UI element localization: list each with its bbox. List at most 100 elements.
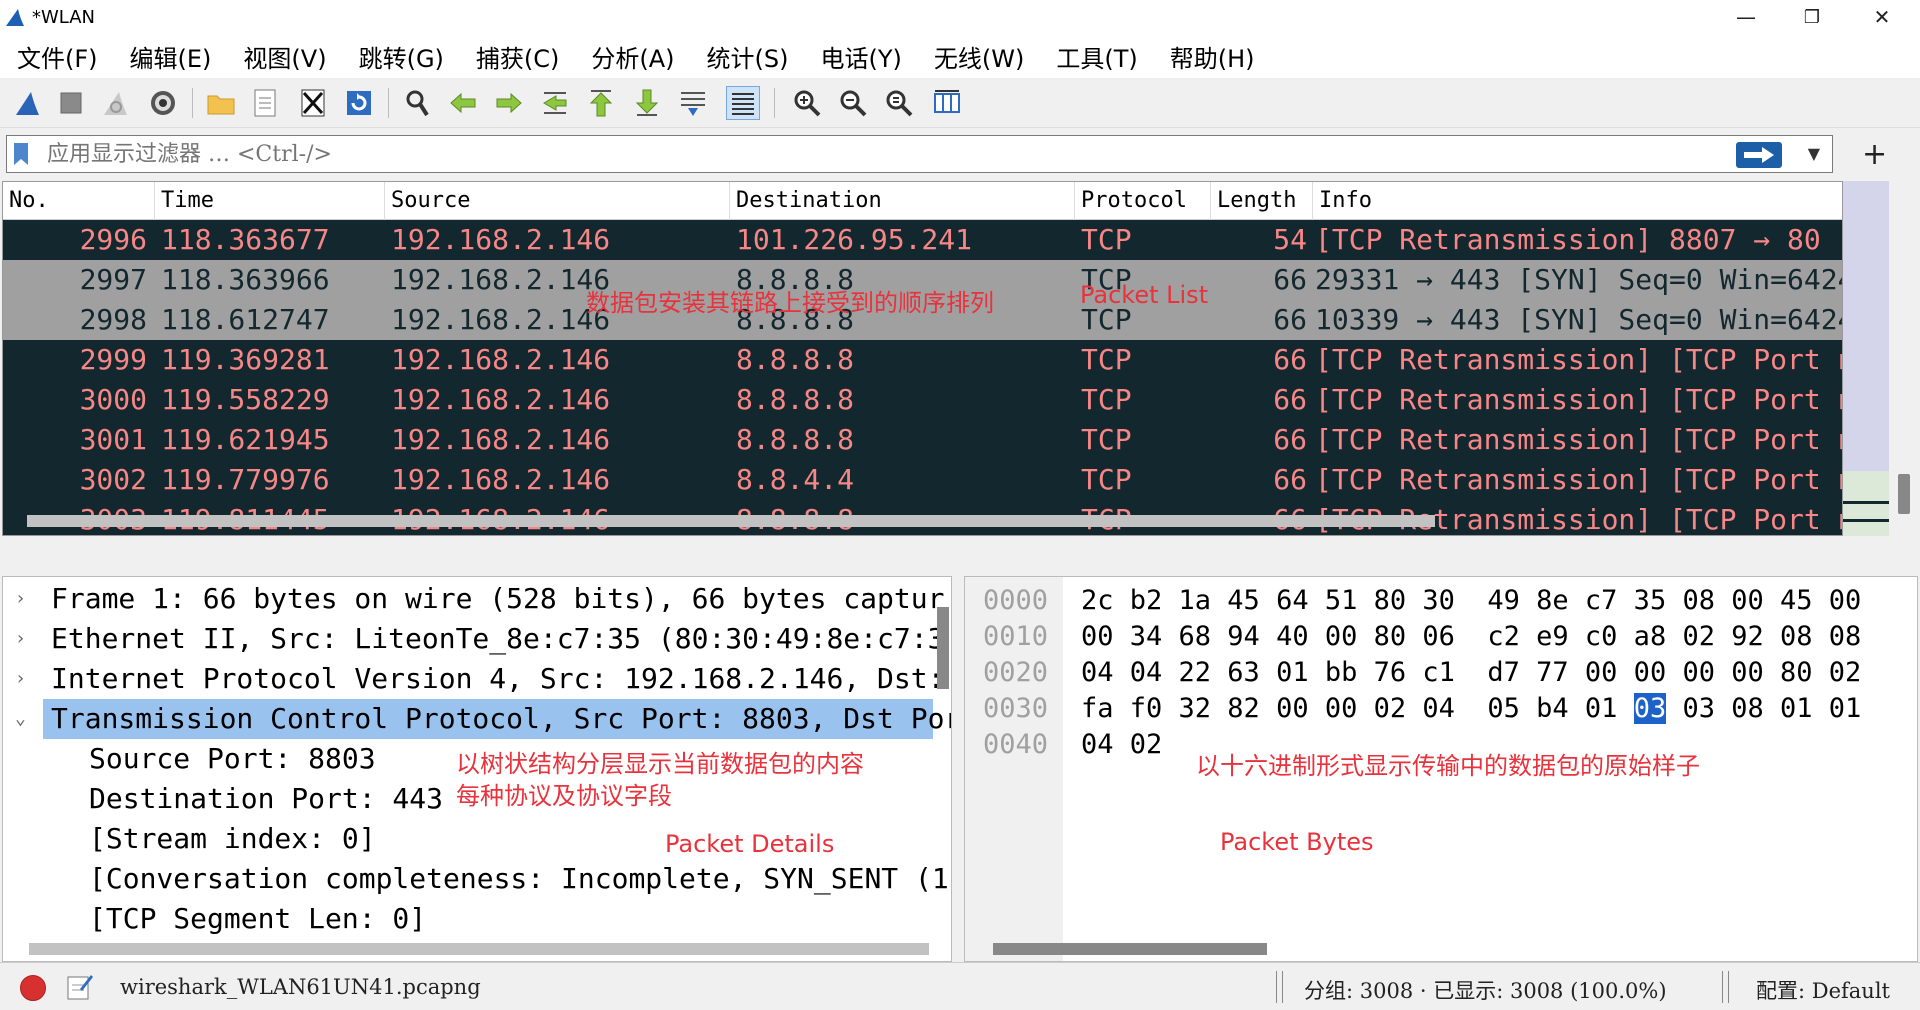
packet-row[interactable]: 3000 119.558229 192.168.2.146 8.8.8.8 TCP 66[… bbox=[3, 380, 1846, 420]
menu-telephony[interactable]: 电话(Y) bbox=[821, 39, 902, 74]
column-header-destination[interactable]: Destination bbox=[730, 182, 1075, 220]
normal-size-icon[interactable] bbox=[882, 86, 916, 120]
go-back-icon[interactable] bbox=[446, 86, 480, 120]
close-button[interactable]: ✕ bbox=[1852, 0, 1912, 34]
maximize-button[interactable]: ❐ bbox=[1782, 0, 1842, 34]
packet-cell-proto: TCP bbox=[1081, 343, 1132, 376]
restart-capture-icon[interactable] bbox=[98, 86, 132, 120]
menu-view[interactable]: 视图(V) bbox=[243, 39, 326, 74]
apply-filter-button[interactable] bbox=[1736, 142, 1782, 168]
expand-arrow-icon[interactable]: › bbox=[15, 659, 26, 699]
zoom-out-icon[interactable] bbox=[836, 86, 870, 120]
collapse-arrow-icon[interactable]: ⌄ bbox=[15, 699, 26, 739]
menu-go[interactable]: 跳转(G) bbox=[359, 39, 444, 74]
packet-row[interactable]: 2996 118.363677 192.168.2.146 101.226.95.24… bbox=[3, 220, 1845, 260]
packet-cell-src: 192.168.2.146 bbox=[391, 223, 611, 256]
display-filter-input[interactable] bbox=[47, 139, 1747, 169]
annotation-details-cn-1: 以树状结构分层显示当前数据包的内容 bbox=[456, 750, 864, 778]
details-text: Source Port: 8803 bbox=[89, 742, 376, 775]
start-capture-icon[interactable] bbox=[10, 86, 44, 120]
vertical-scrollbar[interactable] bbox=[937, 607, 949, 689]
expert-info-icon[interactable] bbox=[20, 975, 46, 1001]
annotation-bytes-cn: 以十六进制形式显示传输中的数据包的原始样子 bbox=[1196, 752, 1700, 780]
packet-row[interactable]: 3002 119.779976 192.168.2.146 8.8.4.4 TCP 66[… bbox=[3, 460, 1845, 500]
column-header-length[interactable]: Length bbox=[1211, 182, 1313, 220]
details-field[interactable]: [Conversation completeness: Incomplete, … bbox=[3, 859, 949, 899]
menu-statistics[interactable]: 统计(S) bbox=[707, 39, 789, 74]
add-filter-button[interactable]: + bbox=[1862, 137, 1887, 172]
bookmark-icon[interactable] bbox=[13, 142, 29, 166]
auto-scroll-icon[interactable] bbox=[676, 86, 710, 120]
horizontal-scrollbar[interactable] bbox=[27, 515, 1435, 527]
capture-options-icon[interactable] bbox=[146, 86, 180, 120]
column-header-protocol[interactable]: Protocol bbox=[1075, 182, 1211, 220]
menu-capture[interactable]: 捕获(C) bbox=[476, 39, 559, 74]
expand-arrow-icon[interactable]: › bbox=[15, 579, 26, 619]
column-header-source[interactable]: Source bbox=[385, 182, 730, 220]
status-profile[interactable]: 配置: Default bbox=[1756, 975, 1890, 1005]
display-filter-bar: ▼ + bbox=[0, 133, 1920, 177]
zoom-in-icon[interactable] bbox=[790, 86, 824, 120]
details-field[interactable]: [TCP Segment Len: 0] bbox=[3, 899, 933, 939]
annotation-details-cn-2: 每种协议及协议字段 bbox=[456, 782, 672, 810]
column-header-time[interactable]: Time bbox=[155, 182, 385, 220]
packet-cell-src: 192.168.2.146 bbox=[391, 343, 611, 376]
details-protocol-node[interactable]: › Frame 1: 66 bytes on wire (528 bits), 6… bbox=[3, 579, 944, 619]
horizontal-scrollbar[interactable] bbox=[29, 943, 929, 955]
bytes-hex-selected[interactable]: 03 bbox=[1633, 693, 1667, 724]
bytes-hex[interactable]: 04 02 bbox=[1081, 727, 1162, 763]
details-protocol-node[interactable]: ⌄ Transmission Control Protocol, Src Port… bbox=[15, 699, 951, 739]
packet-cell-time: 118.612747 bbox=[161, 303, 330, 336]
first-packet-icon[interactable] bbox=[584, 86, 618, 120]
packet-minimap[interactable] bbox=[1842, 181, 1889, 536]
stop-capture-icon[interactable] bbox=[54, 86, 88, 120]
go-forward-icon[interactable] bbox=[492, 86, 526, 120]
title-bar: *WLAN — ❐ ✕ bbox=[0, 0, 1920, 34]
packet-cell-dst: 8.8.8.8 bbox=[736, 343, 855, 376]
chevron-down-icon[interactable]: ▼ bbox=[1808, 144, 1820, 163]
packet-row[interactable]: 3001 119.621945 192.168.2.146 8.8.8.8 TCP 66[… bbox=[3, 420, 1845, 460]
packet-list-pane: No. Time Source Destination Protocol Len… bbox=[2, 181, 1846, 536]
menu-wireless[interactable]: 无线(W) bbox=[934, 39, 1024, 74]
menu-edit[interactable]: 编辑(E) bbox=[130, 39, 212, 74]
reload-icon[interactable] bbox=[342, 86, 376, 120]
bytes-hex[interactable]: 2c b2 1a 45 64 51 80 30 49 8e c7 35 08 0… bbox=[1081, 583, 1861, 619]
packet-row[interactable]: 2999 119.369281 192.168.2.146 8.8.8.8 TCP 66[… bbox=[3, 340, 1845, 380]
bytes-hex[interactable]: 00 34 68 94 40 00 80 06 c2 e9 c0 a8 02 9… bbox=[1081, 619, 1861, 655]
packet-cell-time: 119.369281 bbox=[161, 343, 330, 376]
packet-cell-no: 2997 bbox=[79, 263, 147, 296]
column-header-no[interactable]: No. bbox=[3, 182, 155, 220]
close-file-icon[interactable] bbox=[296, 86, 330, 120]
packet-cell-len: 66 bbox=[1273, 303, 1307, 336]
colorize-icon[interactable] bbox=[726, 86, 760, 120]
column-header-info[interactable]: Info bbox=[1313, 182, 1843, 220]
file-set-icon[interactable] bbox=[248, 86, 282, 120]
last-packet-icon[interactable] bbox=[630, 86, 664, 120]
menu-help[interactable]: 帮助(H) bbox=[1170, 39, 1255, 74]
menu-tools[interactable]: 工具(T) bbox=[1056, 39, 1137, 74]
find-packet-icon[interactable] bbox=[400, 86, 434, 120]
menu-analyze[interactable]: 分析(A) bbox=[591, 39, 674, 74]
packet-cell-time: 119.779976 bbox=[161, 463, 330, 496]
expand-arrow-icon[interactable]: › bbox=[15, 619, 26, 659]
packet-cell-info: [TCP Retransmission] [TCP Port n bbox=[1315, 383, 1846, 416]
details-text: Ethernet II, Src: LiteonTe_8e:c7:35 (80:… bbox=[51, 622, 945, 655]
details-protocol-node[interactable]: › Internet Protocol Version 4, Src: 192.1… bbox=[3, 659, 944, 699]
packet-cell-time: 119.621945 bbox=[161, 423, 330, 456]
menu-file[interactable]: 文件(F) bbox=[17, 39, 98, 74]
resize-columns-icon[interactable] bbox=[930, 86, 964, 120]
horizontal-scrollbar[interactable] bbox=[993, 943, 1267, 955]
packet-cell-no: 2999 bbox=[79, 343, 147, 376]
arrow-right-icon bbox=[1744, 147, 1774, 163]
bytes-hex[interactable]: 04 04 22 63 01 bb 76 c1 d7 77 00 00 00 0… bbox=[1081, 655, 1861, 691]
capture-comment-icon[interactable] bbox=[66, 971, 94, 1001]
packet-cell-src: 192.168.2.146 bbox=[391, 423, 611, 456]
go-to-packet-icon[interactable] bbox=[538, 86, 572, 120]
minimize-button[interactable]: — bbox=[1716, 0, 1776, 34]
details-text: Transmission Control Protocol, Src Port:… bbox=[51, 702, 952, 735]
open-file-icon[interactable] bbox=[204, 86, 238, 120]
wireshark-fin-icon bbox=[6, 9, 24, 26]
vertical-scrollbar[interactable] bbox=[1898, 474, 1910, 514]
bytes-hex[interactable]: fa f0 32 82 00 00 02 04 05 b4 01 03 03 0… bbox=[1081, 691, 1861, 727]
details-protocol-node[interactable]: › Ethernet II, Src: LiteonTe_8e:c7:35 (80… bbox=[3, 619, 944, 659]
